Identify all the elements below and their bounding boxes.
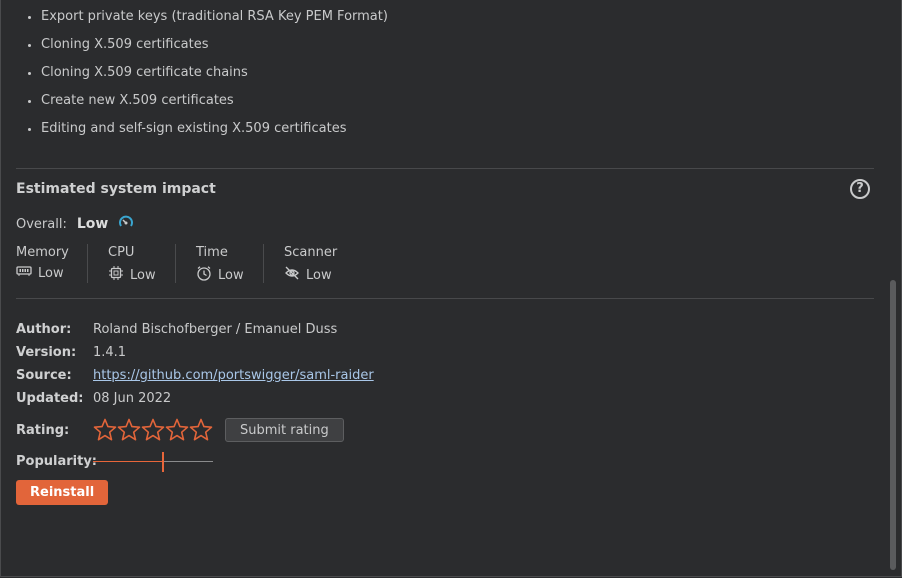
version-row: Version: 1.4.1 (16, 341, 374, 364)
author-value: Roland Bischofberger / Emanuel Duss (93, 322, 338, 337)
updated-label: Updated: (16, 391, 84, 406)
metric-name: Scanner (284, 245, 338, 260)
divider (16, 298, 874, 299)
star-icon[interactable] (165, 418, 189, 442)
feature-item: Editing and self-sign existing X.509 cer… (41, 120, 388, 148)
feature-item: Cloning X.509 certificate chains (41, 64, 388, 92)
feature-item: Cloning X.509 certificates (41, 36, 388, 64)
metric-time: Time Low (176, 244, 264, 283)
popularity-label: Popularity: (16, 454, 98, 469)
scrollbar-thumb[interactable] (890, 280, 896, 570)
overall-value: Low (76, 216, 109, 232)
clock-icon (196, 265, 218, 285)
impact-heading: Estimated system impact (16, 181, 216, 197)
metric-scanner: Scanner Low (264, 244, 354, 283)
memory-icon (16, 265, 38, 281)
star-icon[interactable] (93, 418, 117, 442)
updated-value: 08 Jun 2022 (93, 391, 172, 406)
metric-value: Low (218, 267, 244, 283)
updated-row: Updated: 08 Jun 2022 (16, 387, 374, 410)
reinstall-button[interactable]: Reinstall (16, 480, 109, 505)
author-row: Author: Roland Bischofberger / Emanuel D… (16, 318, 374, 341)
version-label: Version: (16, 345, 77, 360)
popularity-bar (93, 451, 213, 472)
metric-cpu: CPU Low (88, 244, 176, 283)
help-icon[interactable]: ? (850, 179, 870, 199)
rating-row: Rating: Submit rating (16, 410, 374, 450)
feature-item: Create new X.509 certificates (41, 92, 388, 120)
popularity-fill (93, 460, 163, 462)
impact-metrics: Memory Low CPU Low Time Low Scanner Low (16, 244, 354, 283)
submit-rating-button[interactable]: Submit rating (225, 418, 344, 442)
version-value: 1.4.1 (93, 345, 127, 360)
metric-memory: Memory Low (16, 244, 88, 283)
divider (16, 168, 874, 169)
overall-label: Overall: (16, 216, 67, 232)
extension-details: Author: Roland Bischofberger / Emanuel D… (16, 318, 374, 473)
star-icon[interactable] (117, 418, 141, 442)
popularity-row: Popularity: (16, 450, 374, 473)
author-label: Author: (16, 322, 72, 337)
metric-name: Memory (16, 245, 69, 260)
overall-impact: Overall: Low (16, 214, 134, 234)
feature-item: Export private keys (traditional RSA Key… (41, 8, 388, 36)
rating-label: Rating: (16, 422, 70, 438)
source-label: Source: (16, 368, 72, 383)
popularity-marker (161, 451, 164, 472)
rating-stars (93, 418, 213, 442)
scanner-icon (284, 265, 306, 285)
metric-value: Low (130, 267, 156, 283)
feature-list: Export private keys (traditional RSA Key… (16, 8, 388, 148)
star-icon[interactable] (189, 418, 213, 442)
cpu-icon (108, 265, 130, 285)
source-link[interactable]: https://github.com/portswigger/saml-raid… (93, 368, 374, 383)
metric-value: Low (306, 267, 332, 283)
metric-value: Low (38, 265, 64, 281)
metric-name: CPU (108, 245, 135, 260)
star-icon[interactable] (141, 418, 165, 442)
gauge-icon (118, 214, 134, 234)
source-row: Source: https://github.com/portswigger/s… (16, 364, 374, 387)
metric-name: Time (196, 245, 228, 260)
